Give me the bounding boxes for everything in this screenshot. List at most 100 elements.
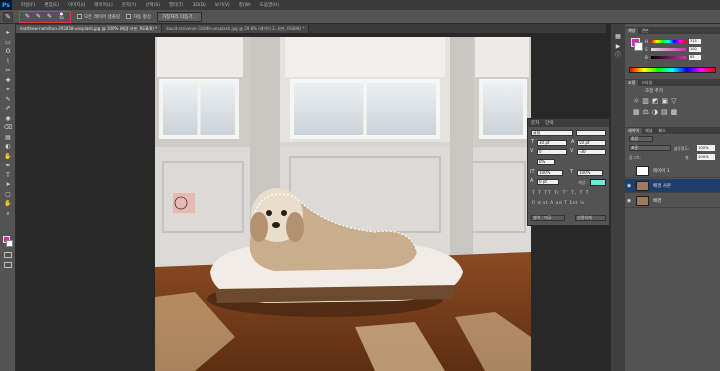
horizontal-scale-field[interactable]: 100% <box>577 170 603 176</box>
menu-help[interactable]: 도움말(H) <box>260 2 279 8</box>
quick-selection-tool-icon[interactable]: ⌇ <box>0 57 16 67</box>
history-brush-tool-icon[interactable]: ◉ <box>0 114 16 124</box>
tab-adjustments[interactable]: 조정 <box>625 79 639 86</box>
color-spectrum-bar[interactable] <box>629 67 716 73</box>
healing-brush-tool-icon[interactable]: ⌖ <box>0 85 16 95</box>
sample-all-layers-checkbox[interactable] <box>77 14 82 19</box>
brightness-slider[interactable]: B 85 <box>645 55 701 60</box>
kerning-icon: V <box>530 148 534 154</box>
doc-tab[interactable]: david-scrivener-3184h-unsplash.jpg @ 29.… <box>162 25 310 33</box>
canvas-photo[interactable] <box>155 37 531 371</box>
brightness-value[interactable]: 85 <box>689 55 701 60</box>
tools-panel: ▸ ▭ ʘ ⌇ ✂ ✚ ⌖ ✎ ✐ ◉ ⌫ ▤ ◐ ✋ ✒ T ➤ ▢ ✋ ⌕ <box>0 24 16 371</box>
menu-layer[interactable]: 레이어(L) <box>94 2 112 8</box>
brush-picker[interactable]: ● 30 <box>56 12 67 21</box>
move-tool-icon[interactable]: ▸ <box>0 28 16 38</box>
hue-value[interactable]: 315 <box>689 39 701 44</box>
layer-name: 배경 사본 <box>653 183 671 189</box>
hand-tool-icon[interactable]: ✋ <box>0 199 16 209</box>
tab-channels[interactable]: 채널 <box>642 128 655 134</box>
saturation-slider[interactable]: S 100 <box>645 47 701 52</box>
eyedropper-tool-icon[interactable]: ✚ <box>0 76 16 86</box>
tab-paragraph[interactable]: 단락 <box>542 120 556 126</box>
opentype-buttons[interactable]: fi σ st A ad T 1st ½ <box>532 201 585 206</box>
text-color-swatch[interactable] <box>590 179 606 186</box>
visibility-eye-icon[interactable]: ◉ <box>625 198 633 204</box>
baseline-shift-icon: A <box>530 178 534 184</box>
color-panel-background[interactable] <box>634 42 643 51</box>
brush-tool-icon[interactable]: ✎ <box>0 95 16 105</box>
menu-type[interactable]: 문자(Y) <box>122 2 137 8</box>
gradient-tool-icon[interactable]: ▤ <box>0 133 16 143</box>
menu-image[interactable]: 이미지(I) <box>68 2 85 8</box>
refine-edge-button[interactable]: 가장자리 다듬기... <box>156 11 202 22</box>
tracking-icon: V <box>570 148 574 154</box>
kerning-field[interactable]: 0 <box>537 149 567 155</box>
layer-row[interactable]: 레이어 1 <box>625 164 720 178</box>
font-style-select[interactable]: - <box>576 130 606 136</box>
vertical-scale-field[interactable]: 100% <box>537 170 563 176</box>
clone-stamp-tool-icon[interactable]: ✐ <box>0 104 16 114</box>
tsume-field[interactable]: 0% <box>537 159 555 165</box>
hue-slider[interactable]: H 315 <box>645 39 701 44</box>
doc-tab-active[interactable]: matthew-hamilton-292858-unsplash.jpg @ 1… <box>16 25 163 33</box>
background-color-swatch[interactable] <box>6 240 13 247</box>
menu-window[interactable]: 창(W) <box>239 2 251 8</box>
crop-tool-icon[interactable]: ✂ <box>0 66 16 76</box>
baseline-shift-field[interactable]: 0 pt <box>537 179 559 185</box>
visibility-eye-icon[interactable]: ◉ <box>625 183 633 189</box>
pen-tool-icon[interactable]: ✒ <box>0 161 16 171</box>
menu-filter[interactable]: 필터(T) <box>169 2 184 8</box>
actions-panel-icon[interactable]: ▶ <box>611 42 625 52</box>
fill-field[interactable]: 100% <box>697 154 715 160</box>
tab-layers[interactable]: 레이어 <box>625 127 643 134</box>
path-selection-tool-icon[interactable]: ➤ <box>0 180 16 190</box>
adjustment-icons[interactable]: ☼▥◩▣▽ ▦⚖◑▤▩ <box>633 96 713 122</box>
opacity-field[interactable]: 100% <box>697 145 715 151</box>
layer-name: 배경 <box>653 198 662 204</box>
horizontal-scale-icon: T <box>570 169 574 175</box>
layer-row-selected[interactable]: ◉ 배경 사본 <box>625 179 720 193</box>
quick-mask-icon[interactable] <box>4 252 12 258</box>
blend-mode-select[interactable]: 표준 <box>629 145 671 151</box>
language-select[interactable]: 영어 : 미국 <box>531 215 565 221</box>
font-family-select[interactable]: 굴림 <box>531 130 573 136</box>
lasso-tool-icon[interactable]: ʘ <box>0 47 16 57</box>
eraser-tool-icon[interactable]: ⌫ <box>0 123 16 133</box>
smudge-tool-icon[interactable]: ✋ <box>0 152 16 162</box>
menu-file[interactable]: 파일(F) <box>21 2 35 8</box>
menu-select[interactable]: 선택(S) <box>145 2 160 8</box>
tab-styles[interactable]: 스타일 <box>638 80 655 86</box>
auto-enhance-checkbox[interactable] <box>125 14 131 19</box>
rectangle-tool-icon[interactable]: ▢ <box>0 190 16 200</box>
tab-character[interactable]: 문자 <box>528 120 542 126</box>
saturation-value[interactable]: 100 <box>689 47 701 52</box>
add-to-selection-icon[interactable]: ✎ <box>34 12 43 21</box>
layer-kind-filter[interactable]: 종류 <box>629 136 653 142</box>
properties-panel-icon[interactable]: ⓘ <box>611 51 625 61</box>
menu-view[interactable]: 보기(V) <box>215 2 230 8</box>
menu-3d[interactable]: 3D(D) <box>193 3 206 8</box>
tab-swatches[interactable]: 견본 <box>638 28 651 34</box>
dodge-tool-icon[interactable]: ◐ <box>0 142 16 152</box>
type-tool-icon[interactable]: T <box>0 171 16 181</box>
leading-field[interactable]: 50 pt <box>577 140 606 146</box>
type-style-buttons[interactable]: T T TT Tr T' T, T T <box>532 191 590 196</box>
font-size-field[interactable]: 30 pt <box>537 140 567 146</box>
marquee-tool-icon[interactable]: ▭ <box>0 38 16 48</box>
screen-mode-icon[interactable] <box>4 262 12 268</box>
subtract-from-selection-icon[interactable]: ✎ <box>45 12 54 21</box>
leading-icon: A <box>571 139 575 145</box>
tab-paths[interactable]: 패스 <box>655 128 668 134</box>
new-selection-icon[interactable]: ✎ <box>23 12 32 21</box>
menu-bar: Ps 파일(F) 편집(E) 이미지(I) 레이어(L) 문자(Y) 선택(S)… <box>0 0 720 10</box>
history-panel-icon[interactable]: ▦ <box>611 32 625 42</box>
menu-edit[interactable]: 편집(E) <box>44 2 59 8</box>
layer-row[interactable]: ◉ 배경 <box>625 194 720 208</box>
character-panel-tabs: 문자 단락 <box>528 119 609 127</box>
quick-selection-tool-icon[interactable]: ✎ <box>3 11 13 22</box>
tracking-field[interactable]: -30 <box>577 149 606 155</box>
antialias-select[interactable]: 선명하게 <box>575 215 606 221</box>
tab-color[interactable]: 색상 <box>625 27 639 34</box>
zoom-tool-icon[interactable]: ⌕ <box>0 209 16 219</box>
